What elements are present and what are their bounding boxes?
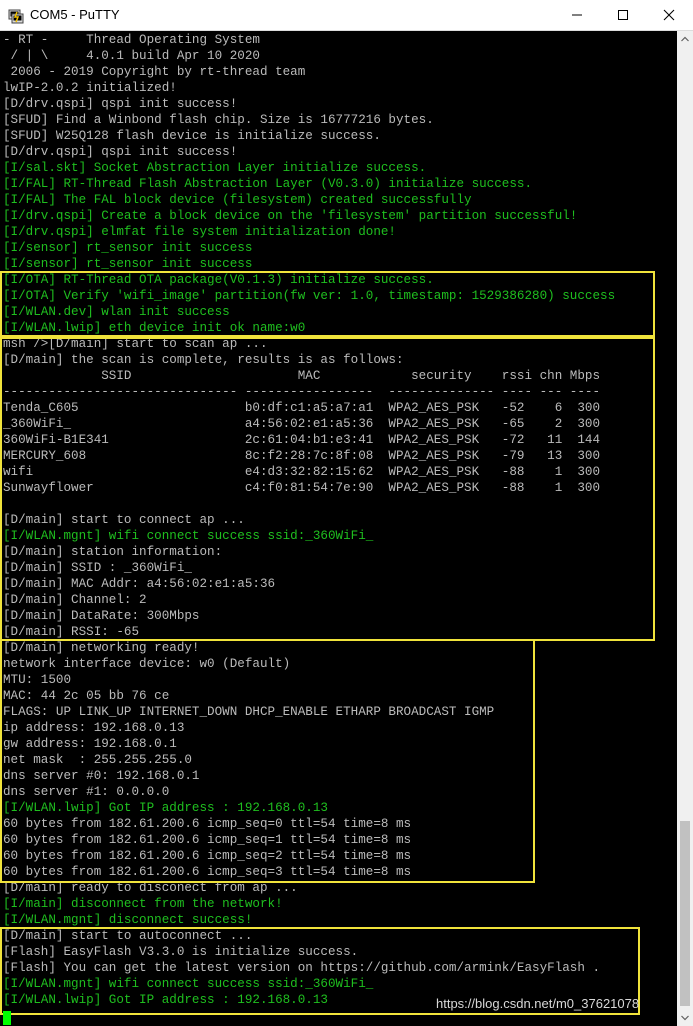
terminal-line: [I/main] disconnect from the network! [3, 897, 283, 911]
terminal-cursor [3, 1011, 11, 1025]
terminal-line: [I/sensor] rt_sensor init success [3, 241, 253, 255]
highlight-box-scan-connect [0, 335, 655, 641]
terminal-line: [SFUD] Find a Winbond flash chip. Size i… [3, 113, 434, 127]
terminal-line: [D/drv.qspi] qspi init success! [3, 145, 238, 159]
putty-app-icon [8, 9, 24, 24]
close-icon [663, 9, 675, 21]
terminal-line: 2006 - 2019 Copyright by rt-thread team [3, 65, 306, 79]
terminal-line: [I/drv.qspi] elmfat file system initiali… [3, 225, 396, 239]
scrollbar-thumb[interactable] [680, 821, 690, 1006]
scroll-down-arrow-icon [681, 1015, 689, 1021]
maximize-icon [618, 10, 628, 20]
scroll-up-arrow-icon [681, 36, 689, 42]
terminal-line: / | \ 4.0.1 build Apr 10 2020 [3, 49, 260, 63]
putty-window: COM5 - PuTTY - RT - Thread Operating Sys… [0, 0, 693, 1026]
terminal-line: [I/FAL] The FAL block device (filesystem… [3, 193, 472, 207]
highlight-box-ota-wlan [0, 271, 655, 339]
terminal-line: [I/WLAN.mgnt] disconnect success! [3, 913, 253, 927]
maximize-button[interactable] [600, 0, 646, 30]
terminal-line: [I/sal.skt] Socket Abstraction Layer ini… [3, 161, 427, 175]
window-title: COM5 - PuTTY [30, 7, 120, 22]
scroll-up-button[interactable] [677, 31, 693, 47]
terminal-line: [I/sensor] rt_sensor init success [3, 257, 253, 271]
minimize-icon [572, 14, 582, 16]
terminal-line: lwIP-2.0.2 initialized! [3, 81, 177, 95]
close-button[interactable] [646, 0, 692, 30]
terminal-line: [I/drv.qspi] Create a block device on th… [3, 209, 578, 223]
terminal-area[interactable]: - RT - Thread Operating System / | \ 4.0… [0, 31, 677, 1026]
terminal-line: [SFUD] W25Q128 flash device is initializ… [3, 129, 381, 143]
terminal-line: [I/FAL] RT-Thread Flash Abstraction Laye… [3, 177, 533, 191]
watermark: https://blog.csdn.net/m0_37621078 [436, 996, 640, 1011]
vertical-scrollbar[interactable] [677, 31, 693, 1026]
scroll-down-button[interactable] [677, 1010, 693, 1026]
terminal-line: - RT - Thread Operating System [3, 33, 260, 47]
terminal-line: [D/drv.qspi] qspi init success! [3, 97, 238, 111]
title-bar[interactable]: COM5 - PuTTY [0, 0, 693, 31]
highlight-box-networking [0, 639, 535, 883]
minimize-button[interactable] [554, 0, 600, 30]
